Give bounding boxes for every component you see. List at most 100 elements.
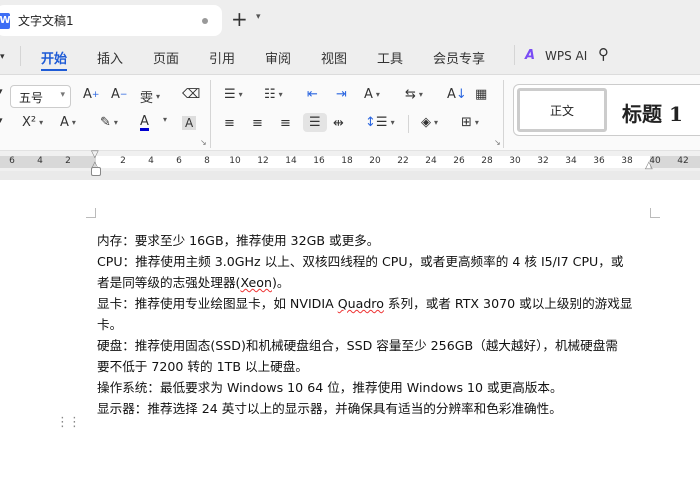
numbered-list-icon[interactable]: ☷ ▾ (264, 87, 283, 102)
increase-indent-icon[interactable]: ⇥ (336, 87, 347, 102)
style-heading-1[interactable]: 标题 1 (622, 98, 683, 127)
text-direction-icon[interactable]: ⇆ ▾ (405, 87, 423, 102)
distributed-align-icon[interactable]: ⇹ (333, 116, 344, 131)
paragraph-line: 卡。 (97, 317, 123, 332)
paragraph[interactable]: CPU：推荐使用主频 3.0GHz 以上、双核四线程的 CPU，或者更高频率的 … (97, 251, 657, 293)
font-size-value: 五号 (19, 91, 44, 105)
underline-chevron-icon[interactable]: ▾ (0, 116, 3, 126)
font-dialog-launcher-icon[interactable]: ↘ (200, 138, 207, 147)
ruler-tick: 4 (37, 156, 43, 166)
document-body[interactable]: 内存：要求至少 16GB，推荐使用 32GB 或更多。 CPU：推荐使用主频 3.… (97, 230, 657, 419)
ruler-tick: 34 (565, 156, 577, 166)
menu-references[interactable]: 引用 (209, 48, 235, 67)
paragraph-dialog-launcher-icon[interactable]: ↘ (494, 138, 501, 147)
ruler-tick: 30 (509, 156, 521, 166)
paragraph-shading-icon[interactable]: ◈ ▾ (421, 115, 438, 130)
line-spacing-icon[interactable]: ↕ ☰ ▾ (365, 115, 395, 130)
paragraph-line: 操作系统：最低要求为 Windows 10 64 位，推荐使用 Windows … (97, 380, 563, 395)
drag-handle-icon[interactable]: ⋮⋮ (56, 416, 81, 429)
paragraph-line: 显卡：推荐使用专业绘图显卡，如 NVIDIA Quadro 系列，或者 RTX … (97, 296, 633, 311)
highlight-icon[interactable]: ✎ ▾ (100, 115, 118, 130)
new-tab-button[interactable]: + (231, 7, 248, 31)
menu-page[interactable]: 页面 (153, 48, 179, 67)
tab-bar: W 文字文稿1 + ▾ (0, 0, 700, 38)
paragraph[interactable]: 硬盘：推荐使用固态(SSD)和机械硬盘组合，SSD 容量至少 256GB（越大越… (97, 335, 657, 377)
menu-member[interactable]: 会员专享 (433, 48, 485, 67)
ruler-tick: 2 (120, 156, 126, 166)
menu-tools[interactable]: 工具 (377, 48, 403, 67)
character-shading-icon[interactable]: A (182, 116, 197, 130)
ruler-tick: 26 (453, 156, 465, 166)
superscript-icon[interactable]: X² ▾ (22, 115, 43, 130)
style-normal[interactable]: 正文 (517, 88, 607, 132)
divider (514, 45, 515, 65)
ruler-tick: 42 (677, 156, 689, 166)
paragraph[interactable]: 内存：要求至少 16GB，推荐使用 32GB 或更多。 (97, 230, 657, 251)
paragraph-line: 者是同等级的志强处理器(Xeon)。 (97, 275, 290, 290)
paragraph[interactable]: 显示器：推荐选择 24 英寸以上的显示器，并确保具有适当的分辨率和色彩准确性。 (97, 398, 657, 419)
menu-review[interactable]: 审阅 (265, 48, 291, 67)
ruler-tick: 6 (9, 156, 15, 166)
ruler-tick: 22 (397, 156, 409, 166)
align-center-icon[interactable]: ≡ (252, 116, 263, 131)
divider (408, 115, 409, 133)
ruler-tick: 10 (229, 156, 241, 166)
align-left-icon[interactable]: ≡ (224, 116, 235, 131)
text-effect-icon[interactable]: A ▾ (60, 115, 76, 130)
ruler-tick: 28 (481, 156, 493, 166)
margin-corner-mark (650, 208, 660, 218)
document-tab[interactable]: W 文字文稿1 (0, 5, 222, 36)
borders-icon[interactable]: ⊞ ▾ (461, 115, 479, 130)
ruler-tick: 16 (313, 156, 325, 166)
spellcheck-underline: Quadro (337, 296, 384, 311)
ruler-tick: 2 (65, 156, 71, 166)
bullet-list-icon[interactable]: ☰ ▾ (224, 87, 243, 102)
menu-insert[interactable]: 插入 (97, 48, 123, 67)
paragraph-line: 内存：要求至少 16GB，推荐使用 32GB 或更多。 (97, 233, 380, 248)
hanging-indent-marker[interactable] (91, 167, 101, 176)
paragraph-line: 硬盘：推荐使用固态(SSD)和机械硬盘组合，SSD 容量至少 256GB（越大越… (97, 338, 618, 353)
increase-font-size-icon[interactable]: A + (83, 87, 99, 102)
clear-format-eraser-icon[interactable]: ⌫ (182, 87, 200, 102)
right-indent-marker[interactable]: △ (645, 160, 653, 171)
align-right-icon[interactable]: ≡ (280, 116, 291, 131)
spellcheck-underline: Xeon (240, 275, 272, 290)
font-color-icon[interactable]: A (140, 115, 149, 131)
divider (20, 46, 21, 66)
ruler-tick: 14 (285, 156, 297, 166)
ruler-tick: 38 (621, 156, 633, 166)
search-icon[interactable]: ⚲ (598, 45, 609, 63)
menu-home[interactable]: 开始 (41, 48, 68, 71)
ruler-tick: 12 (257, 156, 269, 166)
wps-ai-button[interactable]: WPS AI (545, 49, 587, 63)
decrease-indent-icon[interactable]: ⇤ (307, 87, 318, 102)
paragraph-line: 显示器：推荐选择 24 英寸以上的显示器，并确保具有适当的分辨率和色彩准确性。 (97, 401, 562, 416)
paragraph[interactable]: 操作系统：最低要求为 Windows 10 64 位，推荐使用 Windows … (97, 377, 657, 398)
sort-icon[interactable]: A ↓ (447, 87, 467, 102)
horizontal-ruler[interactable]: 6 4 2 2 4 6 8 10 12 14 16 18 20 22 24 26 28 30 32 34 36 38… (0, 149, 700, 171)
paragraph[interactable]: 显卡：推荐使用专业绘图显卡，如 NVIDIA Quadro 系列，或者 RTX … (97, 293, 657, 335)
chevron-down-icon: ▾ (60, 90, 65, 100)
divider (210, 80, 211, 148)
ruler-tick: 32 (537, 156, 549, 166)
table-grid-icon[interactable]: ▦ (475, 87, 487, 102)
tab-list-chevron-icon[interactable]: ▾ (256, 12, 261, 22)
character-spacing-icon[interactable]: A ▾ (364, 87, 380, 102)
menu-collapse-chevron-icon[interactable]: ▾ (0, 52, 5, 62)
font-name-chevron-icon[interactable]: ▾ (0, 87, 3, 97)
ruler-tick: 24 (425, 156, 437, 166)
divider (503, 80, 504, 148)
ruler-tick: 8 (204, 156, 210, 166)
first-line-indent-marker[interactable]: ▽ (91, 149, 99, 160)
margin-corner-mark (86, 208, 96, 218)
justify-icon[interactable]: ☰ (303, 113, 327, 132)
phonetic-guide-icon[interactable]: 雯 ▾ (140, 87, 160, 106)
font-size-select[interactable]: 五号 ▾ (10, 85, 71, 108)
font-color-chevron-icon[interactable]: ▾ (163, 115, 167, 124)
ruler-tick: 4 (148, 156, 154, 166)
menu-view[interactable]: 视图 (321, 48, 347, 67)
decrease-font-size-icon[interactable]: A − (111, 87, 127, 102)
menu-bar: ▾ 开始 插入 页面 引用 审阅 视图 工具 会员专享 A WPS AI ⚲ (0, 38, 700, 75)
unsaved-dot-icon[interactable] (202, 17, 208, 24)
document-title: 文字文稿1 (18, 14, 74, 28)
